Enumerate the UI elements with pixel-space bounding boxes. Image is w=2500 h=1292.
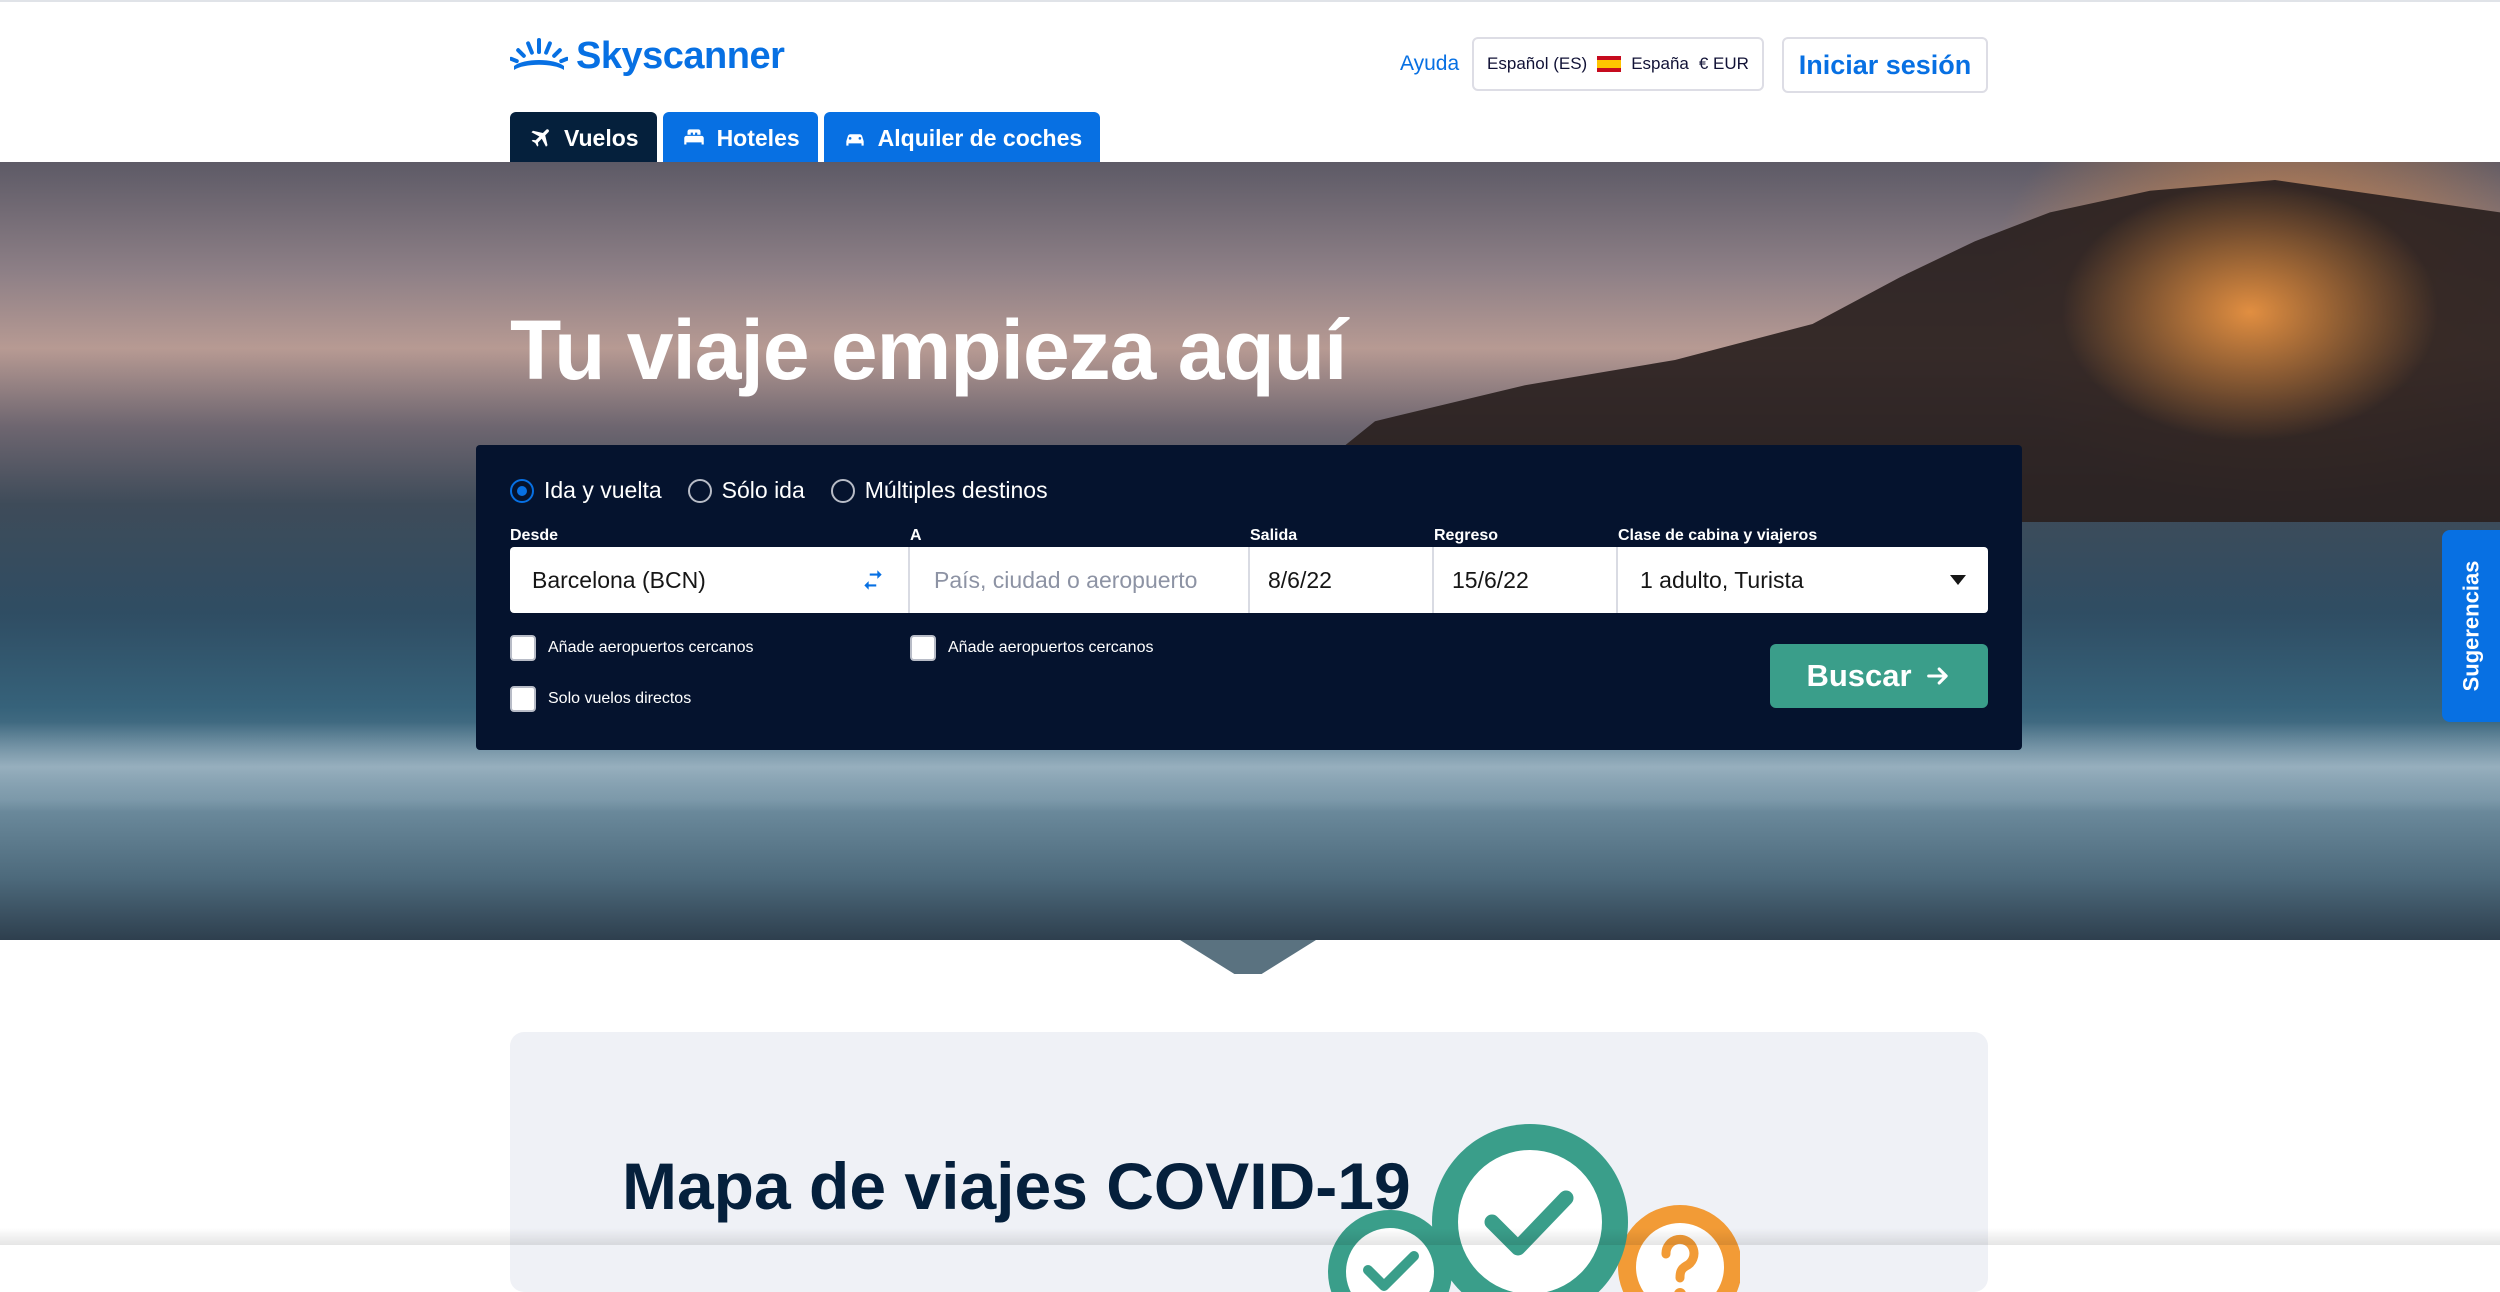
tab-car-hire-label: Alquiler de coches [877,124,1083,151]
car-icon [845,134,864,146]
to-label: A [910,527,922,544]
nearby-airports-from-checkbox[interactable] [510,635,536,661]
nearby-airports-to-label: Añade aeropuertos cercanos [948,639,1154,656]
radio-multi-city[interactable]: Múltiples destinos [830,477,1048,504]
search-button-label: Buscar [1806,658,1912,693]
covid-card-title: Mapa de viajes COVID-19 [622,1149,1411,1223]
tab-flights-label: Vuelos [564,124,639,151]
arrow-right-icon [1926,667,1948,685]
depart-date-value: 8/6/22 [1268,566,1332,593]
direct-flights-option[interactable]: Solo vuelos directos [510,686,691,712]
nearby-airports-to-checkbox[interactable] [910,635,936,661]
nearby-airports-from-label: Añade aeropuertos cercanos [548,639,754,656]
radio-one-way-indicator[interactable] [687,478,712,503]
from-value: Barcelona (BCN) [532,566,706,593]
depart-label: Salida [1250,527,1298,544]
hero-sun-glow [2060,182,2440,442]
cabin-label: Clase de cabina y viajeros [1618,527,1818,544]
tab-flights[interactable]: Vuelos [510,112,657,164]
tab-car-hire[interactable]: Alquiler de coches [823,112,1101,164]
bed-icon [683,129,704,145]
cabin-travellers-field[interactable]: 1 adulto, Turista [1618,547,1988,613]
language-label: Español (ES) [1487,54,1588,73]
return-label: Regreso [1434,527,1499,544]
currency-label: € EUR [1698,54,1749,73]
suggestions-side-tab[interactable]: Sugerencias [2442,530,2500,722]
country-label: España [1631,54,1689,73]
search-fields-row: Barcelona (BCN) 8/6/22 15/6/22 1 adulto,… [510,547,1988,613]
covid-status-illustration [1328,1124,1740,1292]
radio-round-trip-indicator[interactable] [510,478,534,503]
product-tabs: Vuelos Hoteles Alquiler de coches [510,112,1101,164]
direct-flights-checkbox[interactable] [510,686,536,712]
skyscanner-logo[interactable]: Skyscanner [510,32,785,80]
radio-one-way-label: Sólo ida [721,477,805,503]
direct-flights-label: Solo vuelos directos [548,690,692,707]
nearby-airports-from-option[interactable]: Añade aeropuertos cercanos [510,635,753,661]
covid-map-card[interactable]: Mapa de viajes COVID-19 [510,1032,1988,1292]
spain-flag-icon [1597,56,1622,72]
tab-hotels-label: Hoteles [716,124,800,151]
radio-round-trip[interactable]: Ida y vuelta [510,477,662,504]
return-date-value: 15/6/22 [1452,566,1529,593]
login-button[interactable]: Iniciar sesión [1782,37,1988,93]
from-label: Desde [510,527,559,544]
help-link[interactable]: Ayuda [1400,52,1459,76]
hero-notch [1180,940,1316,974]
radio-multi-city-label: Múltiples destinos [864,477,1048,503]
to-field[interactable] [910,547,1250,613]
hero-title: Tu viaje empieza aquí [510,303,1347,397]
search-button[interactable]: Buscar [1770,644,1988,708]
nearby-airports-to-option[interactable]: Añade aeropuertos cercanos [910,635,1153,661]
to-input[interactable] [932,565,1226,595]
check-circle-large-icon [1432,1124,1628,1292]
cabin-travellers-value: 1 adulto, Turista [1640,566,1804,593]
chevron-down-icon [1950,575,1966,585]
plane-icon [531,129,549,147]
suggestions-label: Sugerencias [2458,560,2483,692]
brand-name: Skyscanner [576,34,785,77]
locale-selector-button[interactable]: Español (ES) España € EUR [1472,37,1764,91]
depart-date-field[interactable]: 8/6/22 [1250,547,1434,613]
from-field[interactable]: Barcelona (BCN) [510,547,910,613]
radio-round-trip-label: Ida y vuelta [544,477,662,503]
site-header: Skyscanner Ayuda Español (ES) España € E… [0,2,2500,164]
swap-icon[interactable] [860,567,886,593]
flight-search-panel: Ida y vuelta Sólo ida Múltiples destinos… [476,445,2022,750]
sunburst-logo-icon [510,38,568,70]
trip-type-group: Ida y vuelta Sólo ida Múltiples destinos [510,477,1048,504]
tab-hotels[interactable]: Hoteles [662,112,818,164]
radio-one-way[interactable]: Sólo ida [687,477,805,504]
return-date-field[interactable]: 15/6/22 [1434,547,1618,613]
question-circle-icon [1618,1205,1740,1292]
bottom-shadow [0,1228,2500,1245]
radio-multi-city-indicator[interactable] [830,478,855,503]
